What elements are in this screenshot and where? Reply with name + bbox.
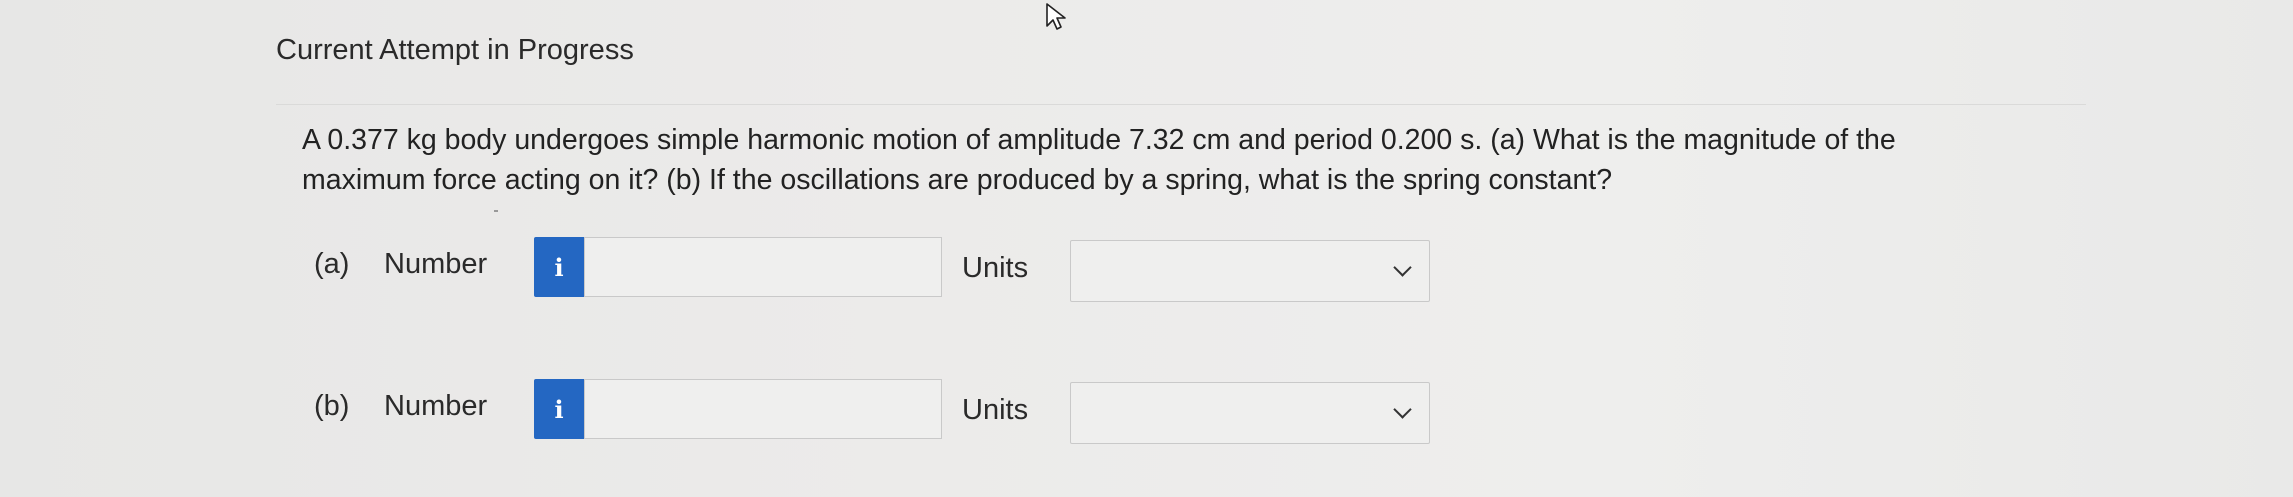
number-input-b[interactable] bbox=[584, 379, 942, 439]
units-label-b: Units bbox=[962, 394, 1029, 426]
part-label-b: (b) bbox=[314, 390, 350, 422]
stray-mark bbox=[494, 210, 498, 212]
units-label-a: Units bbox=[962, 252, 1029, 284]
number-input-a[interactable] bbox=[584, 237, 942, 297]
units-select-b[interactable] bbox=[1070, 382, 1430, 444]
part-label-a: (a) bbox=[314, 248, 350, 280]
units-select-a[interactable] bbox=[1070, 240, 1430, 302]
pointer-cursor-icon bbox=[1045, 2, 1079, 37]
question-text: A 0.377 kg body undergoes simple harmoni… bbox=[302, 124, 1896, 196]
chevron-down-icon bbox=[1393, 400, 1412, 419]
number-label-b: Number bbox=[384, 390, 488, 422]
chevron-down-icon bbox=[1393, 258, 1412, 277]
heading-divider bbox=[276, 104, 2086, 105]
number-label-a: Number bbox=[384, 248, 488, 280]
info-icon: i bbox=[554, 394, 564, 424]
page-heading: Current Attempt in Progress bbox=[276, 34, 634, 66]
info-icon: i bbox=[554, 252, 564, 282]
info-button-a[interactable]: i bbox=[534, 237, 584, 297]
info-button-b[interactable]: i bbox=[534, 379, 584, 439]
